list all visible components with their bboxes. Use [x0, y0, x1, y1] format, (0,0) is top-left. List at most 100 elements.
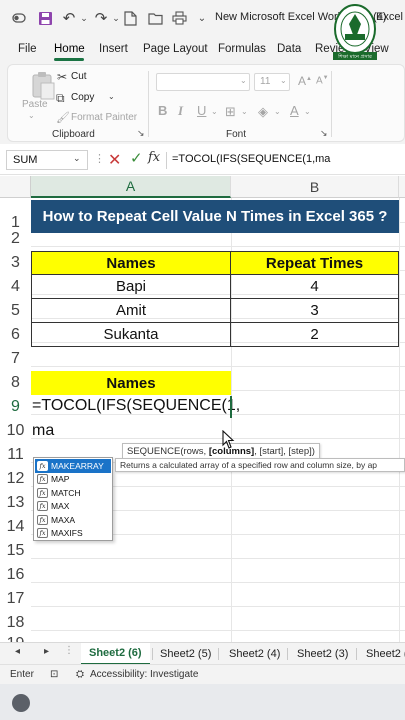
active-cell-editor-line2[interactable]: ma: [32, 422, 54, 440]
row-header[interactable]: 13: [0, 491, 31, 515]
borders-icon[interactable]: ⊞: [225, 104, 236, 120]
column-header-a[interactable]: A: [31, 176, 231, 198]
cut-icon[interactable]: ✂: [57, 70, 67, 84]
autocomplete-item-maxifs[interactable]: fx MAXIFS: [35, 527, 111, 541]
enter-check-icon[interactable]: ✓: [130, 149, 143, 167]
name-cell[interactable]: Amit: [31, 298, 231, 323]
tab-data[interactable]: Data: [277, 43, 301, 55]
macro-recording-icon[interactable]: ⊡: [50, 669, 58, 680]
sheet-tab[interactable]: Sheet2 (5): [160, 643, 211, 665]
row-header[interactable]: 19: [0, 635, 31, 642]
autocomplete-item-map[interactable]: fx MAP: [35, 473, 111, 487]
open-folder-icon[interactable]: [146, 9, 164, 27]
decrease-font-icon[interactable]: A▼: [316, 75, 329, 86]
tab-home[interactable]: Home: [54, 43, 85, 55]
accessibility-status[interactable]: Accessibility: Investigate: [90, 669, 198, 680]
widgets-icon[interactable]: [12, 694, 30, 712]
repeat-cell[interactable]: 4: [230, 274, 399, 299]
font-launcher-icon[interactable]: ↘: [320, 128, 328, 139]
font-color-dropdown-icon[interactable]: ⌄: [304, 107, 311, 116]
italic-button[interactable]: I: [178, 103, 183, 119]
sheet-tab[interactable]: Sheet2 (: [366, 643, 405, 665]
header-names-cell[interactable]: Names: [31, 251, 231, 275]
customize-qat-icon[interactable]: ⌄: [193, 9, 211, 27]
name-cell[interactable]: Sukanta: [31, 322, 231, 347]
active-cell-editor[interactable]: =TOCOL(IFS(SEQUENCE(1,: [32, 397, 240, 415]
row-header-selected[interactable]: 9: [0, 395, 31, 419]
font-size-dropdown-icon[interactable]: ⌄: [280, 76, 287, 85]
next-sheet-icon[interactable]: ▸: [44, 646, 49, 657]
paste-button[interactable]: Paste: [22, 99, 48, 110]
row-header[interactable]: 5: [0, 299, 31, 323]
fill-color-icon[interactable]: ◈: [258, 104, 268, 120]
mouse-pointer-icon: [222, 430, 235, 449]
row-header[interactable]: 7: [0, 347, 31, 371]
fill-color-dropdown-icon[interactable]: ⌄: [274, 107, 281, 116]
bold-button[interactable]: B: [158, 103, 167, 118]
row-header[interactable]: 11: [0, 443, 31, 467]
autocomplete-item-label: MATCH: [51, 487, 81, 498]
row-header[interactable]: 3: [0, 251, 31, 275]
status-bar: Enter ⊡ ⛭ Accessibility: Investigate: [0, 664, 405, 684]
prev-sheet-icon[interactable]: ◂: [15, 646, 20, 657]
format-painter-icon[interactable]: 🖌: [56, 111, 70, 124]
header-repeat-times-cell[interactable]: Repeat Times: [230, 251, 399, 275]
select-all-corner[interactable]: [0, 176, 31, 198]
tab-insert[interactable]: Insert: [99, 43, 128, 55]
row-header[interactable]: 2: [0, 227, 31, 251]
copy-button[interactable]: Copy: [71, 92, 94, 103]
sheet-tab[interactable]: Sheet2 (4): [229, 643, 280, 665]
insert-function-icon[interactable]: fx: [148, 150, 160, 165]
save-icon[interactable]: [36, 9, 54, 27]
format-painter-button[interactable]: Format Painter: [71, 112, 137, 123]
paste-icon[interactable]: [30, 71, 56, 101]
title-banner-cell[interactable]: How to Repeat Cell Value N Times in Exce…: [31, 200, 399, 233]
autocomplete-item-max[interactable]: fx MAX: [35, 500, 111, 514]
copy-icon[interactable]: ⧉: [56, 91, 65, 106]
function-icon: fx: [37, 501, 48, 512]
row-header[interactable]: 17: [0, 587, 31, 611]
borders-dropdown-icon[interactable]: ⌄: [241, 107, 248, 116]
sheet-tab-active[interactable]: Sheet2 (6): [81, 643, 150, 665]
font-name-select[interactable]: [156, 73, 250, 91]
row-header[interactable]: 10: [0, 419, 31, 443]
name-box-dropdown-icon[interactable]: ⌄: [73, 153, 81, 164]
increase-font-icon[interactable]: A▲: [298, 74, 312, 88]
autocomplete-item-maxa[interactable]: fx MAXA: [35, 513, 111, 527]
repeat-cell[interactable]: 3: [230, 298, 399, 323]
cut-button[interactable]: Cut: [71, 71, 87, 82]
row-header[interactable]: 8: [0, 371, 31, 395]
row-header[interactable]: 14: [0, 515, 31, 539]
new-file-icon[interactable]: [121, 9, 139, 27]
name-cell[interactable]: Bapi: [31, 274, 231, 299]
sheet-tab[interactable]: Sheet2 (3): [297, 643, 348, 665]
autocomplete-item-match[interactable]: fx MATCH: [35, 486, 111, 500]
underline-dropdown-icon[interactable]: ⌄: [211, 107, 218, 116]
tab-formulas[interactable]: Formulas: [218, 43, 266, 55]
accessibility-icon[interactable]: ⛭: [76, 669, 84, 680]
row-header[interactable]: 12: [0, 467, 31, 491]
row-header[interactable]: 6: [0, 323, 31, 347]
undo-dropdown-icon[interactable]: ⌄: [75, 9, 93, 27]
column-header-b[interactable]: B: [231, 176, 399, 198]
output-header-cell[interactable]: Names: [31, 371, 231, 395]
paste-dropdown-icon[interactable]: ⌄: [28, 111, 35, 120]
formula-input[interactable]: =TOCOL(IFS(SEQUENCE(1,ma: [172, 153, 330, 165]
underline-button[interactable]: U: [197, 103, 206, 118]
font-color-icon[interactable]: A: [290, 103, 299, 118]
row-header[interactable]: 18: [0, 611, 31, 635]
autosave-icon[interactable]: [10, 9, 28, 27]
copy-dropdown-icon[interactable]: ⌄: [108, 92, 115, 101]
repeat-cell[interactable]: 2: [230, 322, 399, 347]
row-header[interactable]: 15: [0, 539, 31, 563]
tab-file[interactable]: File: [18, 43, 37, 55]
print-icon[interactable]: [170, 9, 188, 27]
autocomplete-item-makearray[interactable]: fx MAKEARRAY: [35, 459, 111, 473]
row-header[interactable]: 4: [0, 275, 31, 299]
cancel-icon[interactable]: ✕: [108, 150, 121, 170]
column-header-c[interactable]: [399, 176, 405, 198]
row-header[interactable]: 16: [0, 563, 31, 587]
font-name-dropdown-icon[interactable]: ⌄: [240, 76, 247, 85]
tab-page-layout[interactable]: Page Layout: [143, 43, 208, 55]
clipboard-launcher-icon[interactable]: ↘: [137, 128, 145, 139]
